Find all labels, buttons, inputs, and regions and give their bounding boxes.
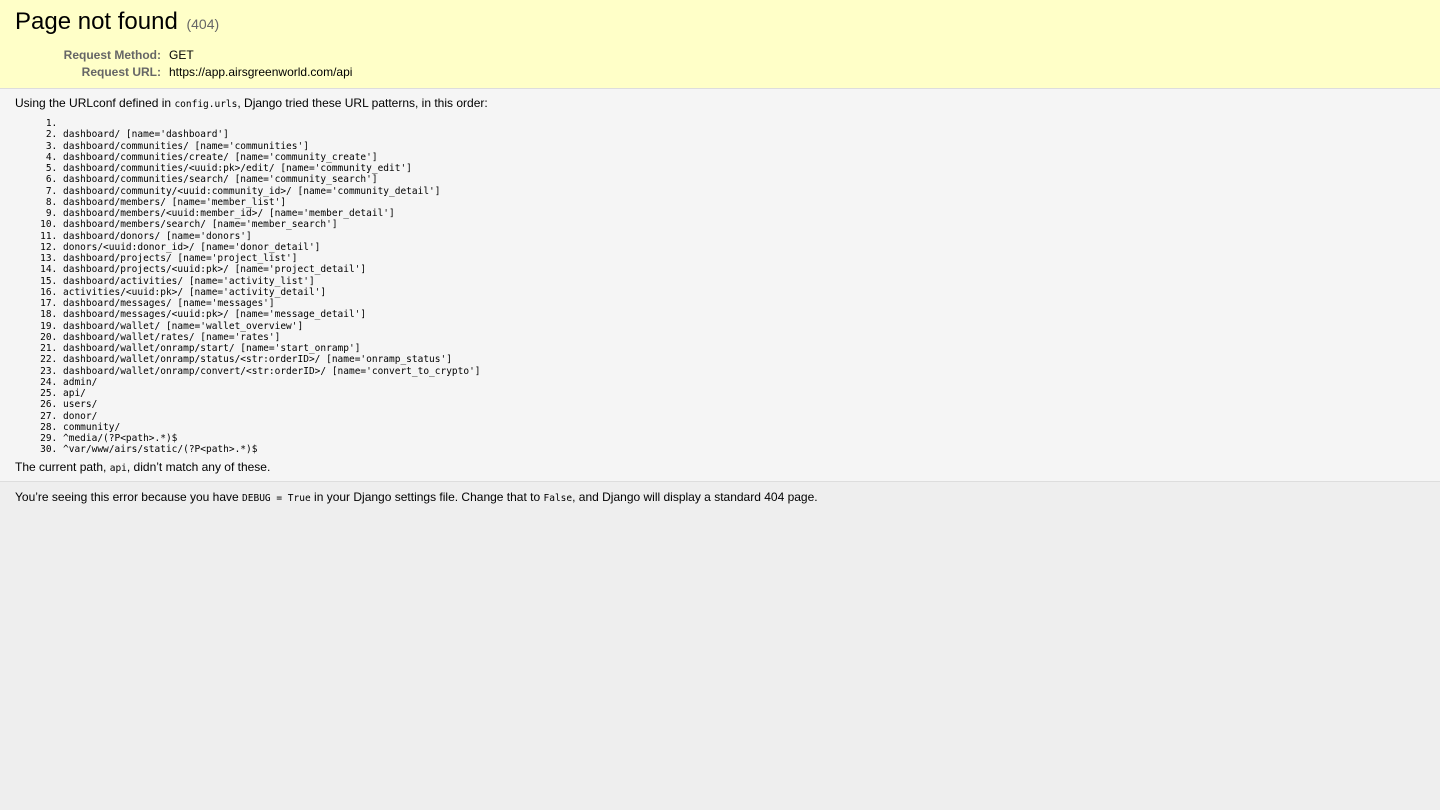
url-pattern-item: dashboard/wallet/onramp/start/ [name='st…	[63, 343, 1425, 354]
url-pattern-item: dashboard/wallet/onramp/status/<str:orde…	[63, 354, 1425, 365]
url-pattern-item: users/	[63, 399, 1425, 410]
request-method-value: GET	[169, 48, 194, 62]
false-value: False	[543, 493, 573, 504]
url-pattern-item: ^var/www/airs/static/(?P<path>.*)$	[63, 444, 1425, 455]
debug-setting: DEBUG = True	[242, 493, 311, 504]
url-pattern-item: dashboard/ [name='dashboard']	[63, 129, 1425, 140]
url-pattern-item: dashboard/wallet/onramp/convert/<str:ord…	[63, 366, 1425, 377]
status-code: (404)	[186, 16, 220, 32]
url-pattern-item: dashboard/communities/create/ [name='com…	[63, 152, 1425, 163]
current-path-message: The current path, api, didn’t match any …	[15, 460, 1425, 476]
error-summary: Page not found (404) Request Method: GET…	[0, 0, 1440, 89]
debug-explanation: You’re seeing this error because you hav…	[0, 482, 1440, 514]
url-patterns-list: dashboard/ [name='dashboard']dashboard/c…	[15, 118, 1425, 456]
current-path-suffix: , didn’t match any of these.	[126, 459, 271, 474]
urlconf-intro: Using the URLconf defined in config.urls…	[15, 96, 1425, 112]
url-pattern-item: dashboard/projects/ [name='project_list'…	[63, 253, 1425, 264]
page-title-text: Page not found	[15, 8, 178, 35]
request-meta-table: Request Method: GET Request URL: https:/…	[15, 47, 353, 81]
urlconf-intro-prefix: Using the URLconf defined in	[15, 96, 175, 110]
url-pattern-item: community/	[63, 422, 1425, 433]
url-pattern-item: activities/<uuid:pk>/ [name='activity_de…	[63, 287, 1425, 298]
url-pattern-item: dashboard/members/ [name='member_list']	[63, 197, 1425, 208]
request-url-row: Request URL: https://app.airsgreenworld.…	[15, 64, 353, 81]
url-patterns-info: Using the URLconf defined in config.urls…	[0, 89, 1440, 482]
request-method-row: Request Method: GET	[15, 47, 352, 64]
request-method-label: Request Method:	[63, 48, 161, 62]
page-title: Page not found (404)	[15, 8, 1425, 36]
url-pattern-item: dashboard/communities/<uuid:pk>/edit/ [n…	[63, 163, 1425, 174]
explanation-middle: in your Django settings file. Change tha…	[310, 490, 544, 504]
request-url-value: https://app.airsgreenworld.com/api	[169, 65, 353, 79]
current-path-prefix: The current path,	[15, 459, 110, 474]
url-pattern-item: dashboard/members/search/ [name='member_…	[63, 219, 1425, 230]
url-pattern-item: dashboard/members/<uuid:member_id>/ [nam…	[63, 208, 1425, 219]
url-pattern-item: donors/<uuid:donor_id>/ [name='donor_det…	[63, 242, 1425, 253]
url-pattern-item: dashboard/wallet/ [name='wallet_overview…	[63, 321, 1425, 332]
url-pattern-item: dashboard/wallet/rates/ [name='rates']	[63, 332, 1425, 343]
url-pattern-item: admin/	[63, 377, 1425, 388]
url-pattern-item: dashboard/community/<uuid:community_id>/…	[63, 186, 1425, 197]
url-pattern-item: dashboard/donors/ [name='donors']	[63, 231, 1425, 242]
urlconf-intro-suffix: , Django tried these URL patterns, in th…	[237, 96, 488, 110]
url-pattern-item: donor/	[63, 411, 1425, 422]
url-pattern-item: dashboard/messages/ [name='messages']	[63, 298, 1425, 309]
url-pattern-item: dashboard/communities/search/ [name='com…	[63, 174, 1425, 185]
request-url-label: Request URL:	[81, 65, 161, 79]
url-pattern-item: api/	[63, 388, 1425, 399]
url-pattern-item: ^media/(?P<path>.*)$	[63, 433, 1425, 444]
url-pattern-item	[63, 118, 1425, 129]
current-path-value: api	[109, 462, 127, 474]
urlconf-module: config.urls	[174, 99, 238, 110]
explanation-prefix: You’re seeing this error because you hav…	[15, 490, 243, 504]
explanation-suffix: , and Django will display a standard 404…	[572, 490, 818, 504]
url-pattern-item: dashboard/messages/<uuid:pk>/ [name='mes…	[63, 309, 1425, 320]
url-pattern-item: dashboard/communities/ [name='communitie…	[63, 141, 1425, 152]
debug-explanation-text: You’re seeing this error because you hav…	[15, 490, 1425, 506]
url-pattern-item: dashboard/projects/<uuid:pk>/ [name='pro…	[63, 264, 1425, 275]
url-pattern-item: dashboard/activities/ [name='activity_li…	[63, 276, 1425, 287]
